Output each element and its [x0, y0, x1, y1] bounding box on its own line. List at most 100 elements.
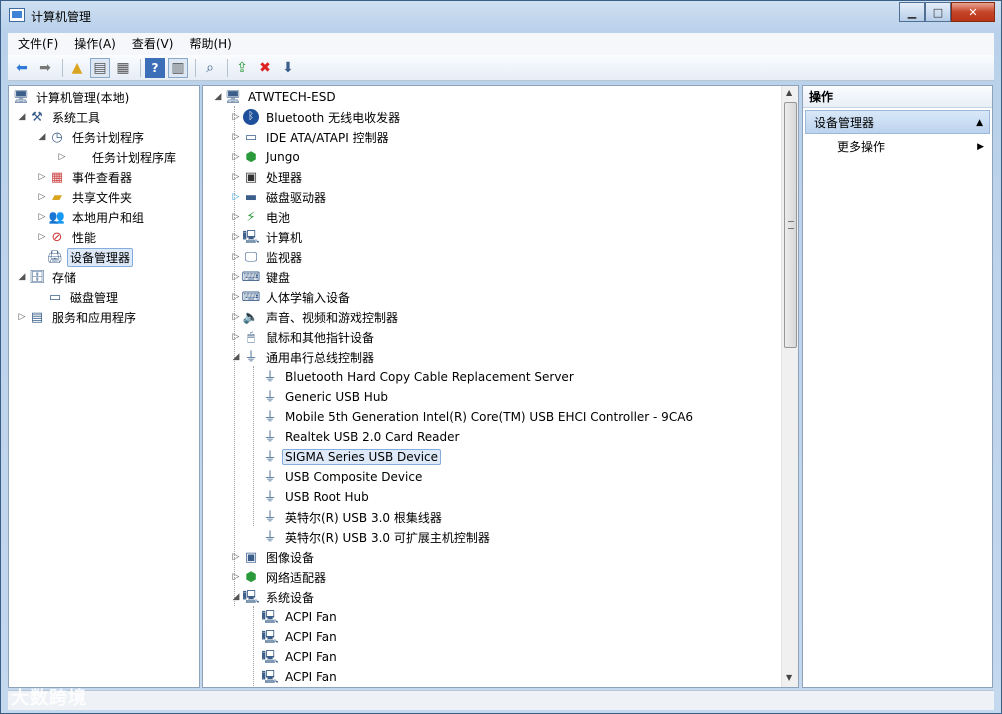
expand-arrow-icon[interactable]: ▷ [37, 232, 47, 242]
device-category[interactable]: ▷ ⌨ 键盘 [231, 267, 293, 287]
scroll-thumb[interactable] [784, 102, 797, 348]
expand-arrow-icon[interactable]: ▷ [231, 252, 241, 262]
device-category[interactable]: ▷ ▣ 处理器 [231, 167, 305, 187]
properties-icon[interactable]: ▦ [113, 58, 133, 78]
collapse-up-icon[interactable]: ▲ [976, 111, 983, 135]
usb-device[interactable]: ⏚ Generic USB Hub [262, 387, 391, 407]
tree-item-task-scheduler[interactable]: ◢ ◷ 任务计划程序 [37, 127, 147, 147]
disable-icon[interactable]: ⬇ [278, 58, 298, 78]
device-root[interactable]: ◢ 🖥 ATWTECH-ESD [213, 87, 339, 107]
show-panel-icon[interactable]: ▥ [168, 57, 188, 78]
toolbar: ⬅ ➡ ▲ ▤ ▦ ? ▥ ⌕ ⇪ ✖ ⬇ [8, 55, 994, 81]
tree-item-disk-management[interactable]: ▭ 磁盘管理 [47, 287, 121, 307]
help-icon[interactable]: ? [145, 57, 165, 78]
system-device[interactable]: 🖳 ACPI Fan [261, 607, 340, 627]
usb-device[interactable]: ⏚ Bluetooth Hard Copy Cable Replacement S… [262, 367, 577, 387]
device-category[interactable]: ▷ ⬢ 网络适配器 [231, 567, 329, 587]
update-driver-icon[interactable]: ⇪ [232, 58, 252, 78]
expand-arrow-icon[interactable]: ▷ [17, 312, 27, 322]
close-button[interactable]: ✕ [951, 2, 995, 22]
up-folder-icon[interactable]: ▲ [67, 58, 87, 78]
scroll-down-arrow-icon[interactable]: ▼ [786, 673, 792, 682]
usb-device[interactable]: ⏚ 英特尔(R) USB 3.0 根集线器 [262, 507, 445, 527]
expand-arrow-icon[interactable]: ▷ [231, 272, 241, 282]
collapse-arrow-icon[interactable]: ◢ [231, 592, 241, 602]
device-category[interactable]: ◢ ⏚ 通用串行总线控制器 [231, 347, 377, 367]
device-root-label: ATWTECH-ESD [248, 90, 336, 104]
scroll-up-arrow-icon[interactable]: ▲ [786, 88, 792, 97]
more-actions[interactable]: 更多操作 ▶ [805, 136, 990, 158]
device-category[interactable]: ▷ 🖱 鼠标和其他指针设备 [231, 327, 377, 347]
usb-device[interactable]: ⏚ USB Composite Device [262, 467, 425, 487]
actions-device-manager[interactable]: 设备管理器 ▲ [805, 110, 990, 134]
collapse-arrow-icon[interactable]: ◢ [37, 132, 47, 142]
title-bar[interactable]: 计算机管理 ▁ □ ✕ [1, 1, 1001, 31]
tree-item-storage[interactable]: ◢ 🗄 存储 [17, 267, 79, 287]
expand-arrow-icon[interactable]: ▷ [231, 292, 241, 302]
expand-arrow-icon[interactable]: ▷ [37, 192, 47, 202]
device-category[interactable]: ▷ 🔈 声音、视频和游戏控制器 [231, 307, 401, 327]
vertical-scrollbar[interactable]: ▲ ▼ [781, 86, 798, 687]
system-device[interactable]: 🖳 ACPI Fan [261, 647, 340, 667]
device-category[interactable]: ▷ 🖵 监视器 [231, 247, 305, 267]
category-label: 图像设备 [266, 550, 315, 565]
collapse-arrow-icon[interactable]: ◢ [213, 92, 223, 102]
tree-item-services-apps[interactable]: ▷ ▤ 服务和应用程序 [17, 307, 139, 327]
expand-arrow-icon[interactable]: ▷ [37, 172, 47, 182]
expand-arrow-icon[interactable]: ▷ [231, 192, 241, 202]
maximize-button[interactable]: □ [925, 2, 951, 22]
system-device[interactable]: 🖳 ACPI Fan [261, 667, 340, 687]
menu-view[interactable]: 查看(V) [122, 33, 180, 55]
menu-action[interactable]: 操作(A) [64, 33, 122, 55]
minimize-button[interactable]: ▁ [899, 2, 925, 22]
uninstall-icon[interactable]: ✖ [255, 58, 275, 78]
expand-arrow-icon[interactable]: ▷ [231, 152, 241, 162]
menu-file[interactable]: 文件(F) [8, 33, 64, 55]
usb-device[interactable]: ⏚ 英特尔(R) USB 3.0 可扩展主机控制器 [262, 527, 493, 547]
expand-arrow-icon[interactable]: ▷ [231, 552, 241, 562]
usb-device[interactable]: ⏚ USB Root Hub [262, 487, 372, 507]
expand-arrow-icon[interactable]: ▷ [231, 132, 241, 142]
tree-item-root[interactable]: 🖥 计算机管理(本地) [13, 87, 132, 107]
more-actions-label: 更多操作 [837, 140, 886, 154]
show-tree-icon[interactable]: ▤ [90, 57, 110, 78]
back-arrow-icon[interactable]: ⬅ [12, 58, 32, 78]
usb-device-selected[interactable]: ⏚ SIGMA Series USB Device [262, 447, 442, 467]
expand-arrow-icon[interactable]: ▷ [57, 152, 67, 162]
expand-arrow-icon[interactable]: ▷ [231, 572, 241, 582]
expand-arrow-icon[interactable]: ▷ [231, 112, 241, 122]
tree-item-device-manager[interactable]: 🖨 设备管理器 [47, 247, 134, 267]
tree-item-system-tools[interactable]: ◢ ⚒ 系统工具 [17, 107, 103, 127]
tree-item-performance[interactable]: ▷ ⊘ 性能 [37, 227, 99, 247]
expand-arrow-icon[interactable]: ▷ [37, 212, 47, 222]
device-category[interactable]: ▷ ⚡ 电池 [231, 207, 293, 227]
device-category[interactable]: ▷ ▣ 图像设备 [231, 547, 317, 567]
collapse-arrow-icon[interactable]: ◢ [231, 352, 241, 362]
device-category[interactable]: ▷ ᛒ Bluetooth 无线电收发器 [231, 107, 403, 127]
device-category[interactable]: ▷ ▬ 磁盘驱动器 [231, 187, 329, 207]
collapse-arrow-icon[interactable]: ◢ [17, 272, 27, 282]
tree-item-local-users[interactable]: ▷ 👥 本地用户和组 [37, 207, 147, 227]
expand-arrow-icon[interactable]: ▷ [231, 212, 241, 222]
device-category[interactable]: ▷ ▭ IDE ATA/ATAPI 控制器 [231, 127, 392, 147]
system-device[interactable]: 🖳 ACPI Fan [261, 627, 340, 647]
usb-device[interactable]: ⏚ Realtek USB 2.0 Card Reader [262, 427, 462, 447]
device-category[interactable]: ▷ 🖳 计算机 [231, 227, 305, 247]
category-label: 系统设备 [266, 590, 315, 605]
scan-hardware-icon[interactable]: ⌕ [200, 58, 220, 78]
forward-arrow-icon[interactable]: ➡ [35, 58, 55, 78]
expand-arrow-icon[interactable]: ▷ [231, 312, 241, 322]
tree-item-shared-folders[interactable]: ▷ ▰ 共享文件夹 [37, 187, 135, 207]
expand-arrow-icon[interactable]: ▷ [231, 332, 241, 342]
submenu-arrow-icon: ▶ [977, 142, 984, 152]
expand-arrow-icon[interactable]: ▷ [231, 172, 241, 182]
menu-help[interactable]: 帮助(H) [179, 33, 237, 55]
usb-device[interactable]: ⏚ Mobile 5th Generation Intel(R) Core(TM)… [262, 407, 696, 427]
device-category[interactable]: ▷ ⌨ 人体学输入设备 [231, 287, 353, 307]
expand-arrow-icon[interactable]: ▷ [231, 232, 241, 242]
device-category[interactable]: ▷ ⬢ Jungo [231, 147, 303, 167]
tree-item-event-viewer[interactable]: ▷ ▦ 事件查看器 [37, 167, 135, 187]
collapse-arrow-icon[interactable]: ◢ [17, 112, 27, 122]
tree-item-task-library[interactable]: ▷□ 任务计划程序库 [57, 147, 179, 167]
device-category[interactable]: ◢ 🖳 系统设备 [231, 587, 317, 607]
